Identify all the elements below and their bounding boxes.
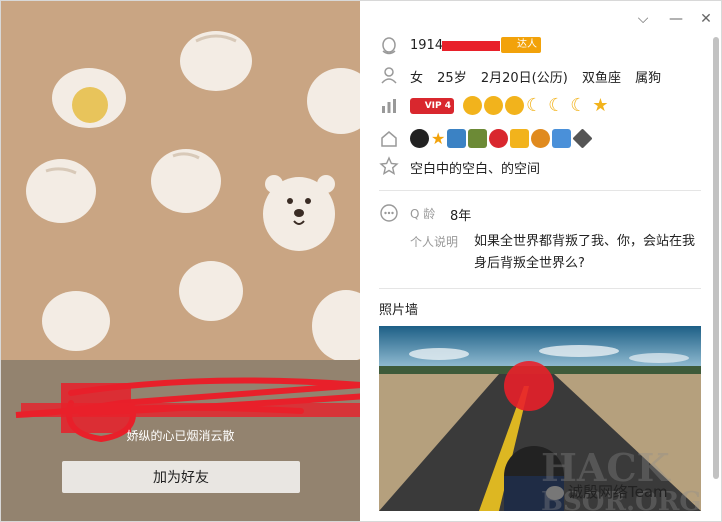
watermark-text: 诚殷网络Team [546, 481, 668, 502]
redaction-scribble [504, 361, 554, 411]
gender: 女 [410, 71, 424, 86]
bun-3 [26, 159, 96, 223]
age: 25岁 [437, 71, 467, 86]
bun-5 [179, 261, 243, 321]
more-icon [380, 204, 398, 222]
signature-row: 空白中的空白、的空间 [360, 154, 710, 178]
description-label: 个人说明 [410, 235, 459, 249]
q-age-label: Q 龄 [410, 207, 436, 221]
phone-icon [552, 129, 572, 148]
close-button[interactable]: ✕ [698, 11, 714, 27]
service-badges[interactable]: ★ [410, 128, 593, 149]
collapse-icon[interactable]: ⌵ [635, 11, 651, 27]
bear-face [263, 175, 335, 251]
redaction-bar [442, 41, 500, 51]
person-icon [381, 67, 397, 84]
wechat-icon [546, 485, 564, 500]
sun-icon [484, 96, 503, 115]
qq-penguin-icon [382, 37, 396, 55]
sun-icon [463, 96, 482, 115]
shield-icon [489, 129, 509, 148]
star-icon [379, 156, 399, 175]
zodiac: 双鱼座 [581, 71, 621, 86]
profile-cover-panel: 娇纵的心已烟消云散 加为好友 [1, 1, 360, 521]
description-text: 如果全世界都背叛了我、你，会站在我身后背叛全世界么? [474, 234, 696, 271]
level-badges[interactable]: ☾ ☾ ☾ ★ [463, 96, 609, 115]
q-age-value: 8年 [450, 209, 472, 224]
birthday: 2月20日(公历) [480, 71, 568, 86]
qq-number-row: 1914 达人 [360, 34, 710, 58]
add-friend-button[interactable]: 加为好友 [62, 461, 300, 493]
personal-info-row: 女 25岁 2月20日(公历) 双鱼座 属狗 [360, 63, 710, 87]
shield-icon [510, 129, 530, 148]
egg-yolk [72, 87, 108, 123]
level-row: VIP 4 ☾ ☾ ☾ ★ [360, 94, 710, 118]
profile-info-panel: ⌵ — ✕ 1914 达人 女 25岁 2月20日(公历) 双鱼座 属狗 VIP… [360, 1, 721, 521]
scrollbar[interactable] [713, 37, 719, 479]
bun-7 [312, 290, 360, 362]
profile-card-window: 娇纵的心已烟消云散 加为好友 ⌵ — ✕ 1914 达人 女 25岁 2月20日… [0, 0, 722, 522]
moon-icon: ☾ [548, 95, 565, 116]
photo-wall-label: 照片墙 [379, 303, 419, 318]
services-row: ★ [360, 127, 710, 151]
personal-info: 女 25岁 2月20日(公历) 双鱼座 属狗 [410, 67, 661, 86]
moon-icon: ☾ [570, 95, 587, 116]
vip-badge[interactable]: VIP 4 [410, 98, 454, 114]
chinese-zodiac: 属狗 [635, 71, 662, 86]
sun-icon [505, 96, 524, 115]
chart-icon [382, 99, 396, 113]
bun-6 [42, 291, 110, 351]
qq-penguin-icon [410, 129, 429, 148]
divider [379, 288, 701, 289]
house-icon [381, 131, 397, 147]
signature-text: 空白中的空白、的空间 [410, 162, 541, 177]
gift-icon [468, 129, 488, 148]
bun-pattern-illustration [26, 31, 360, 362]
diamond-icon [572, 128, 593, 149]
minimize-button[interactable]: — [668, 11, 684, 27]
star-icon: ★ [592, 95, 609, 116]
divider [379, 190, 701, 191]
pet-icon [531, 129, 551, 148]
qq-number: 1914 [410, 38, 444, 53]
bun-1 [180, 31, 252, 91]
bun-4 [151, 149, 221, 213]
moon-icon: ☾ [526, 95, 543, 116]
q-age-row: Q 龄 8年 [360, 201, 710, 225]
status-line: 娇纵的心已烟消云散 [126, 429, 235, 443]
talent-badge: 达人 [501, 37, 541, 53]
star-icon: ★ [431, 129, 446, 148]
camera-icon [447, 129, 467, 148]
bun-2 [307, 68, 360, 134]
